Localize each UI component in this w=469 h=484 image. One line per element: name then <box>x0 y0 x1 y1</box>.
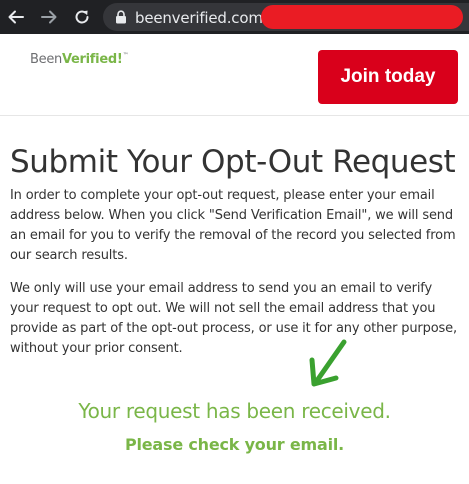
page-title: Submit Your Opt-Out Request <box>10 144 456 180</box>
logo-part-verified: Verified! <box>61 52 123 67</box>
forward-arrow-icon <box>41 10 57 24</box>
reload-icon <box>75 10 89 24</box>
browser-toolbar: beenverified.com... <box>0 0 469 34</box>
address-bar[interactable]: beenverified.com... <box>103 3 469 31</box>
back-button[interactable] <box>7 8 25 26</box>
forward-button[interactable] <box>40 8 58 26</box>
logo-trademark: ™ <box>122 52 129 59</box>
lock-icon <box>115 10 127 24</box>
check-email-message: Please check your email. <box>124 435 345 454</box>
instructions-paragraph: In order to complete your opt-out reques… <box>10 188 456 263</box>
redaction-mark <box>261 5 463 29</box>
logo-part-been: Been <box>30 52 62 67</box>
site-header: BeenVerified!™ Join today <box>0 34 469 116</box>
join-today-button[interactable]: Join today <box>318 50 458 104</box>
annotation-arrow-icon <box>306 338 350 390</box>
privacy-paragraph: We only will use your email address to s… <box>10 281 457 356</box>
reload-button[interactable] <box>73 8 91 26</box>
confirmation-message: Your request has been received. <box>78 399 391 423</box>
url-text: beenverified.com... <box>135 9 277 27</box>
beenverified-logo[interactable]: BeenVerified!™ <box>30 52 128 67</box>
back-arrow-icon <box>8 10 24 24</box>
